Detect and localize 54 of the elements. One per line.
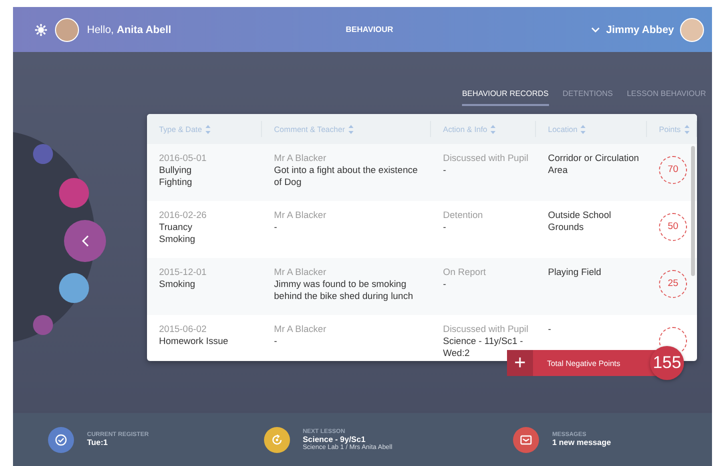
points-badge: 70 bbox=[659, 156, 687, 184]
record-type: Truancy Smoking bbox=[159, 221, 196, 245]
teacher-name: Mr A Blacker bbox=[274, 266, 328, 278]
footer-value: 1 new message bbox=[552, 438, 611, 447]
refresh-icon bbox=[270, 434, 283, 446]
info-text: - bbox=[443, 164, 448, 176]
sort-icon bbox=[684, 124, 690, 134]
teacher-name: Mr A Blacker bbox=[274, 152, 328, 164]
teacher-name: Mr A Blacker bbox=[274, 323, 328, 335]
record-date: 2015-06-02 bbox=[159, 323, 208, 335]
add-button[interactable]: + bbox=[507, 350, 533, 376]
location-text: Corridor or Circulation Area bbox=[548, 152, 640, 176]
chevron-down-icon[interactable] bbox=[591, 26, 600, 32]
avatar[interactable] bbox=[680, 18, 704, 42]
action-text: Discussed with Pupil bbox=[443, 323, 530, 335]
mail-icon bbox=[520, 434, 532, 446]
check-icon bbox=[55, 434, 67, 446]
action-text: On Report bbox=[443, 266, 487, 278]
comment-text: - bbox=[274, 221, 278, 233]
action-text: Discussed with Pupil bbox=[443, 152, 530, 164]
location-text: Outside School Grounds bbox=[548, 209, 612, 233]
comment-text: Got into a fight about the existence of Dog bbox=[274, 164, 419, 188]
record-type: Smoking bbox=[159, 278, 196, 290]
location-text: - bbox=[548, 323, 552, 335]
record-type: Bullying Fighting bbox=[159, 164, 194, 188]
info-text: - bbox=[443, 278, 448, 290]
comment-text: - bbox=[274, 335, 278, 347]
student-name[interactable]: Jimmy Abbey bbox=[606, 24, 674, 36]
record-date: 2016-02-26 bbox=[159, 209, 208, 221]
settings-icon[interactable] bbox=[35, 24, 47, 36]
record-date: 2015-12-01 bbox=[159, 266, 208, 278]
messages-button[interactable] bbox=[513, 426, 540, 452]
record-date: 2016-05-01 bbox=[159, 152, 208, 164]
page-title: BEHAVIOUR bbox=[344, 25, 394, 34]
lesson-button[interactable] bbox=[264, 426, 290, 452]
comment-text: Jimmy was found to be smoking behind the bike shed during lunch bbox=[274, 278, 414, 302]
sort-icon bbox=[490, 124, 496, 134]
info-text: - bbox=[443, 221, 448, 233]
sort-icon bbox=[204, 124, 211, 134]
teacher-name: Mr A Blacker bbox=[274, 209, 328, 221]
register-button[interactable] bbox=[48, 426, 74, 452]
sort-icon bbox=[348, 124, 354, 134]
action-text: Detention bbox=[443, 209, 484, 221]
chevron-left-icon bbox=[82, 235, 88, 247]
record-type: Homework Issue bbox=[159, 335, 230, 347]
footer-value: Science - 9y/Sc1 bbox=[302, 434, 366, 444]
avatar[interactable] bbox=[55, 18, 79, 42]
sort-icon bbox=[580, 124, 586, 134]
points-badge: 25 bbox=[659, 270, 687, 298]
location-text: Playing Field bbox=[548, 266, 602, 278]
scrollbar[interactable] bbox=[691, 146, 695, 276]
footer-value: Tue:1 bbox=[87, 438, 109, 447]
greeting-text: Hello, Anita Abell bbox=[87, 24, 172, 36]
points-badge: 50 bbox=[659, 213, 687, 241]
